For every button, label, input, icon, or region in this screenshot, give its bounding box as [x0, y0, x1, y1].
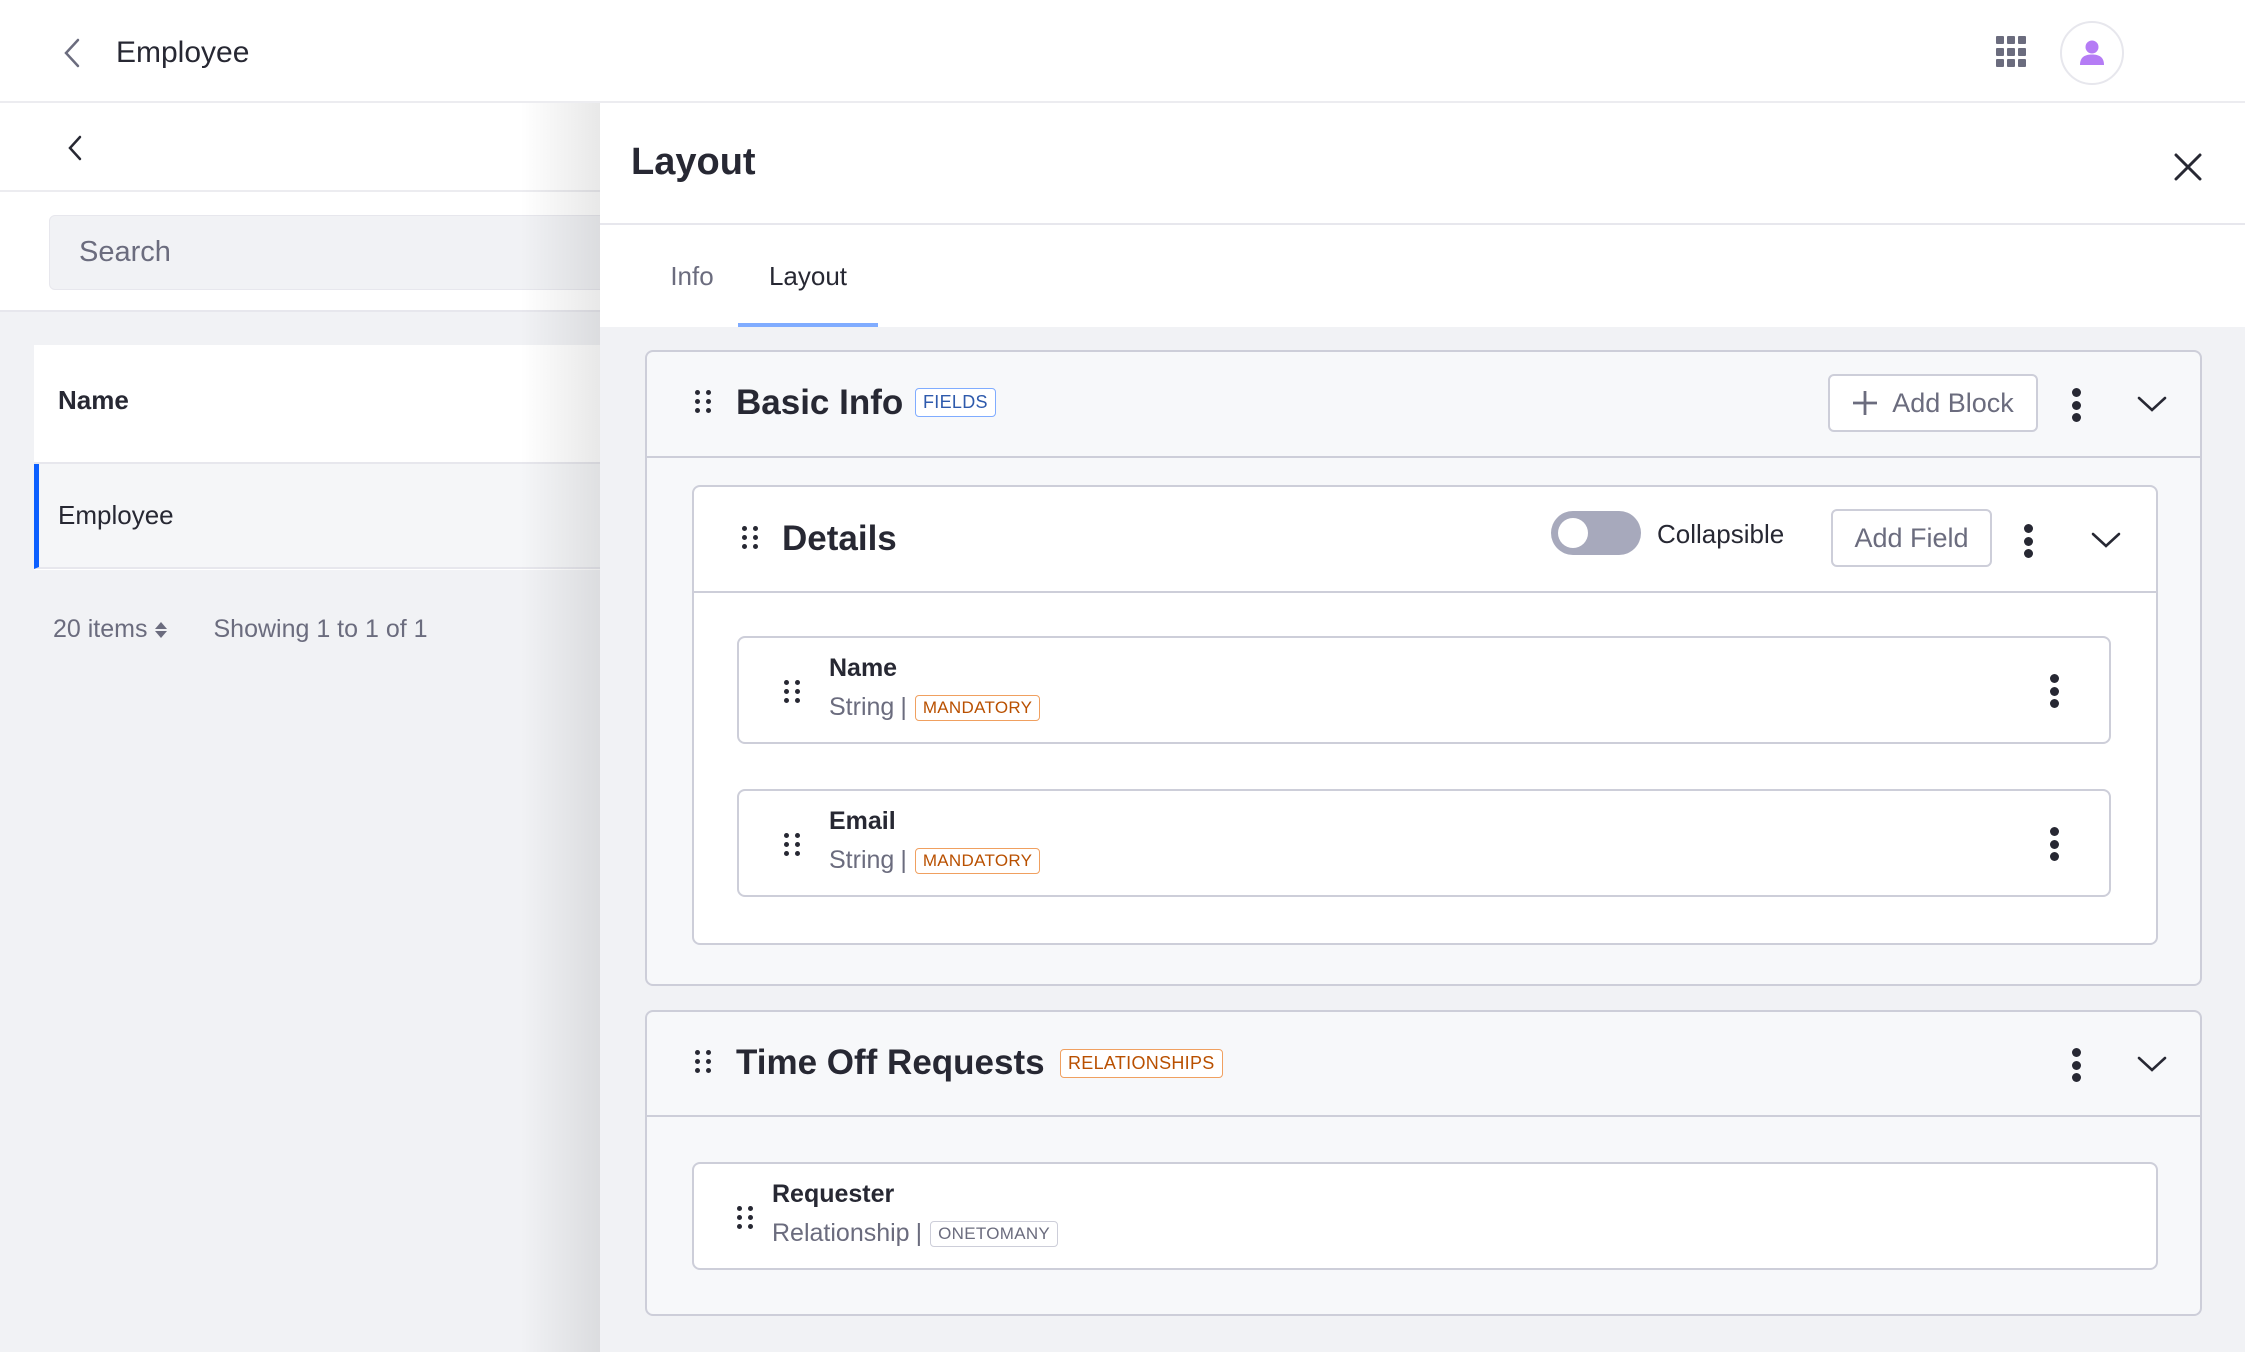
add-field-button[interactable]: Add Field [1831, 509, 1992, 567]
items-per-page-label: 20 items [53, 615, 148, 643]
tab-info[interactable]: Info [638, 225, 746, 327]
collapsible-label: Collapsible [1657, 519, 1785, 549]
table-header: Name [34, 345, 614, 464]
search-input[interactable] [49, 215, 649, 290]
more-options-icon[interactable] [2018, 524, 2038, 558]
details-title: Details [782, 519, 897, 558]
relationship-type: Relationship | ONETOMANY [772, 1219, 1059, 1248]
pagination-summary: Showing 1 to 1 of 1 [213, 615, 428, 643]
add-block-button[interactable]: Add Block [1828, 374, 2038, 432]
layout-tab-time-off-requests: Time Off Requests RELATIONSHIPS Requeste… [645, 1010, 2202, 1316]
separator: | [900, 846, 907, 874]
add-field-label: Add Field [1854, 522, 1969, 553]
drag-handle-icon[interactable] [742, 526, 758, 549]
time-off-title: Time Off Requests [736, 1043, 1045, 1082]
panel-header: Layout [600, 103, 2245, 225]
chevron-left-icon [64, 38, 80, 68]
chevron-down-icon[interactable] [2137, 394, 2167, 414]
field-name: Email [829, 807, 896, 835]
drag-handle-icon[interactable] [737, 1206, 753, 1229]
separator: | [900, 693, 907, 721]
layout-tab-basic-info: Basic Info FIELDS Add Block Details Coll… [645, 350, 2202, 986]
field-name: Name [829, 654, 898, 682]
field-card[interactable]: Email String | MANDATORY [737, 789, 2111, 897]
items-per-page-select[interactable]: 20 items [53, 615, 168, 644]
apps-grid-icon[interactable] [1996, 36, 2028, 68]
search-row [0, 192, 649, 312]
more-options-icon[interactable] [2066, 1048, 2086, 1082]
chevron-down-icon[interactable] [2137, 1054, 2167, 1074]
close-button[interactable] [2170, 149, 2206, 185]
drag-handle-icon[interactable] [695, 390, 711, 413]
basic-info-header: Basic Info FIELDS Add Block [647, 352, 2200, 458]
collapsible-toggle[interactable] [1551, 511, 1641, 555]
sort-arrows-icon [155, 621, 168, 638]
relationship-name: Requester [772, 1180, 895, 1208]
mandatory-badge: MANDATORY [914, 847, 1041, 874]
field-type-label: String [829, 846, 895, 874]
mandatory-badge: MANDATORY [914, 694, 1041, 721]
column-header-name[interactable]: Name [58, 385, 129, 416]
add-block-label: Add Block [1892, 387, 2014, 418]
pagination: 20 items Showing 1 to 1 of 1 [53, 615, 428, 644]
row-name: Employee [58, 500, 174, 530]
table-row[interactable]: Employee [34, 464, 614, 569]
separator: | [915, 1219, 923, 1247]
user-avatar[interactable] [2060, 21, 2124, 85]
panel-title: Layout [631, 141, 756, 183]
plus-icon [1853, 391, 1878, 415]
list-toolbar [0, 103, 600, 192]
chevron-left-icon [68, 135, 82, 161]
relationship-type-label: Relationship [772, 1219, 910, 1247]
drag-handle-icon[interactable] [784, 833, 800, 856]
user-avatar-icon [2080, 40, 2104, 65]
basic-info-title: Basic Info [736, 383, 904, 422]
chevron-down-icon[interactable] [2091, 530, 2121, 550]
onetomany-badge: ONETOMANY [930, 1220, 1059, 1247]
panel-tabs: Info Layout [600, 225, 2245, 327]
fields-badge: FIELDS [915, 388, 996, 417]
tab-layout[interactable]: Layout [738, 225, 878, 327]
more-options-icon[interactable] [2044, 674, 2064, 708]
objects-table: Name Employee [34, 345, 614, 570]
time-off-header: Time Off Requests RELATIONSHIPS [647, 1012, 2200, 1117]
app-title: Employee [116, 36, 250, 69]
more-options-icon[interactable] [2044, 827, 2064, 861]
relationship-card[interactable]: Requester Relationship | ONETOMANY [692, 1162, 2158, 1270]
back-button-secondary[interactable] [60, 131, 90, 165]
field-type: String | MANDATORY [829, 693, 1041, 722]
field-type: String | MANDATORY [829, 846, 1041, 875]
back-button[interactable] [56, 34, 88, 72]
drag-handle-icon[interactable] [695, 1050, 711, 1073]
field-type-label: String [829, 693, 895, 721]
close-icon [2174, 153, 2202, 181]
field-card[interactable]: Name String | MANDATORY [737, 636, 2111, 744]
more-options-icon[interactable] [2066, 388, 2086, 422]
layout-side-panel: Layout Info Layout Basic Info FIELDS Add… [600, 103, 2245, 1352]
app-header: Employee [0, 0, 2245, 103]
block-details: Details Collapsible Add Field Name Strin… [692, 485, 2158, 945]
relationships-badge: RELATIONSHIPS [1060, 1049, 1223, 1078]
drag-handle-icon[interactable] [784, 680, 800, 703]
details-header: Details Collapsible Add Field [694, 487, 2156, 593]
